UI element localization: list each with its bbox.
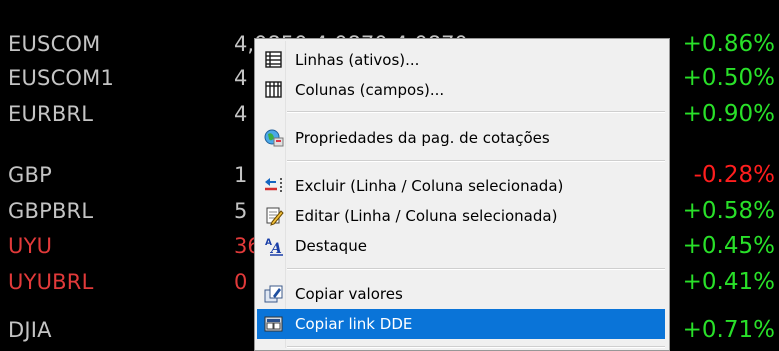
change-cell: +0.45% [682, 233, 775, 259]
change-cell: -0.28% [693, 162, 775, 188]
menu-item-colunas[interactable]: Colunas (campos)... [257, 75, 665, 105]
menu-item-label: Excluir (Linha / Coluna selecionada) [295, 177, 564, 195]
menu-item-label: Copiar valores [295, 285, 403, 303]
menu-separator [287, 111, 665, 113]
highlight-font-icon: AA [263, 236, 285, 257]
menu-item-label: Editar (Linha / Coluna selecionada) [295, 207, 558, 225]
price-cell: 4 [234, 102, 248, 126]
svg-text:A: A [269, 241, 282, 256]
menu-item-label: Copiar link DDE [295, 315, 413, 333]
context-menu: Linhas (ativos)... Colunas (campos)... P… [254, 38, 670, 351]
symbol-label: EUSCOM [8, 32, 101, 56]
menu-separator [287, 160, 665, 162]
copy-values-icon [263, 284, 285, 304]
menu-item-linhas[interactable]: Linhas (ativos)... [257, 45, 665, 75]
change-cell: +0.86% [682, 31, 775, 57]
symbol-label: EURBRL [8, 102, 94, 126]
change-cell: +0.41% [682, 269, 775, 295]
price-cell: 4 [234, 66, 248, 90]
symbol-label: DJIA [8, 318, 52, 342]
menu-item-copiar-valores[interactable]: Copiar valores [257, 279, 665, 309]
change-cell: +0.50% [682, 65, 775, 91]
delete-column-icon [263, 176, 285, 196]
dde-link-icon [263, 314, 285, 334]
price-cell: 0 [234, 270, 248, 294]
columns-table-icon [263, 80, 285, 100]
menu-item-label: Propriedades da pag. de cotações [295, 129, 550, 147]
menu-item-label: Colunas (campos)... [295, 81, 445, 99]
symbol-label: UYUBRL [8, 270, 94, 294]
symbol-label: UYU [8, 234, 53, 258]
menu-item-copiar-link-dde[interactable]: Copiar link DDE [257, 309, 665, 339]
symbol-label: GBPBRL [8, 199, 94, 223]
change-cell: +0.90% [682, 101, 775, 127]
rows-table-icon [263, 50, 285, 70]
menu-item-propriedades[interactable]: Propriedades da pag. de cotações [257, 123, 665, 153]
menu-item-excluir[interactable]: Excluir (Linha / Coluna selecionada) [257, 171, 665, 201]
menu-separator [287, 268, 665, 270]
edit-document-icon [263, 206, 285, 226]
symbol-label: GBP [8, 163, 52, 187]
change-cell: +0.71% [682, 317, 775, 343]
menu-item-label: Destaque [295, 237, 367, 255]
menu-item-destaque[interactable]: AA Destaque [257, 231, 665, 261]
properties-globe-icon [263, 128, 285, 148]
menu-item-label: Linhas (ativos)... [295, 51, 420, 69]
symbol-label: EUSCOM1 [8, 66, 115, 90]
price-cell: 5 [234, 199, 248, 223]
menu-separator [287, 346, 665, 348]
price-cell: 1 [234, 163, 248, 187]
menu-item-editar[interactable]: Editar (Linha / Coluna selecionada) [257, 201, 665, 231]
change-cell: +0.58% [682, 198, 775, 224]
